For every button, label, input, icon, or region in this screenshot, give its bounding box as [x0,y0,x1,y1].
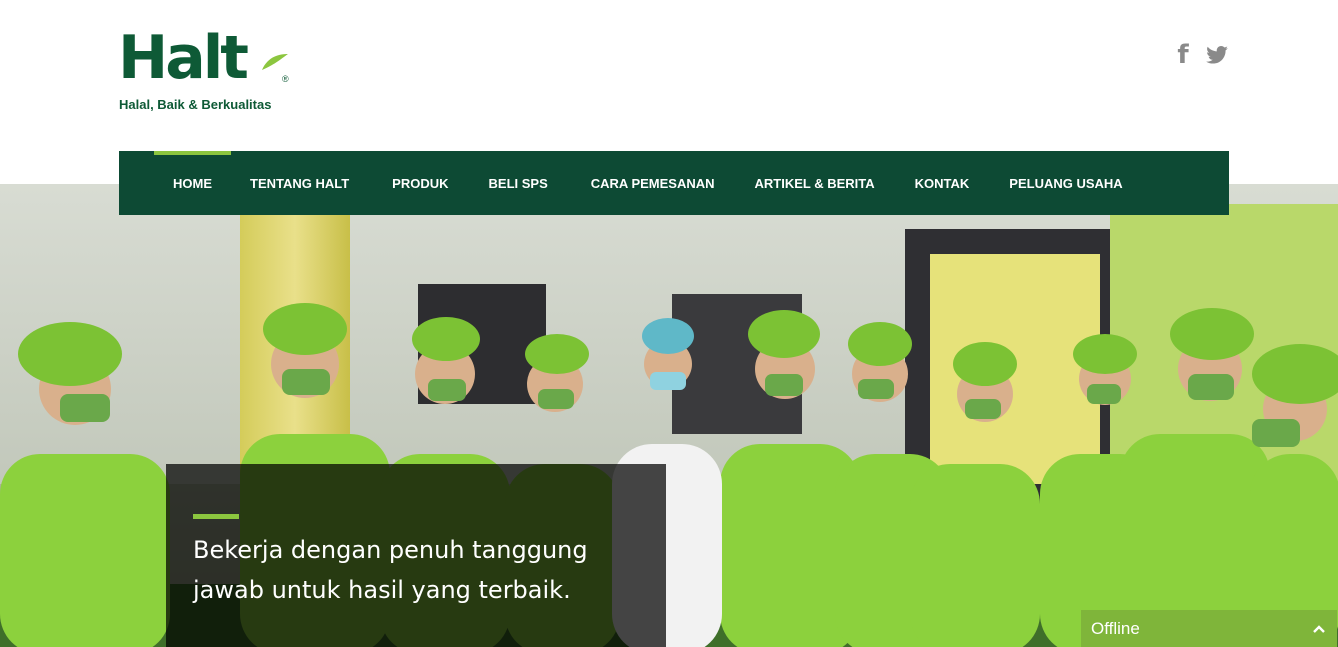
nav-item-cara-pemesanan[interactable]: CARA PEMESANAN [591,151,755,215]
nav-item-peluang-usaha[interactable]: PELUANG USAHA [1009,151,1141,215]
caption-accent-bar [193,514,239,519]
hero-caption-text: Bekerja dengan penuh tanggung jawab untu… [193,536,588,604]
nav-item-beli-sps[interactable]: BELI SPS [489,151,591,215]
chevron-up-icon[interactable] [1313,621,1325,637]
leaf-icon [262,54,288,70]
nav-item-kontak[interactable]: KONTAK [915,151,1010,215]
chat-status-label: Offline [1091,618,1140,638]
chat-widget[interactable]: Offline [1081,610,1337,647]
logo-wordmark: Halt [118,23,249,93]
nav-item-produk[interactable]: PRODUK [392,151,488,215]
hero-caption-box: Bekerja dengan penuh tanggung jawab untu… [166,464,666,647]
logo-tagline: Halal, Baik & Berkualitas [119,97,272,112]
nav-item-tentang-halt[interactable]: TENTANG HALT [231,151,392,215]
nav-item-artikel-berita[interactable]: ARTIKEL & BERITA [755,151,915,215]
main-navigation: HOME TENTANG HALT PRODUK BELI SPS CARA P… [119,151,1229,215]
nav-item-home[interactable]: HOME [154,151,231,215]
twitter-icon[interactable] [1206,42,1228,68]
social-links: f [1172,40,1228,70]
facebook-icon[interactable]: f [1172,40,1194,70]
brand-logo[interactable]: Halt ® Halal, Baik & Berkualitas [118,28,298,114]
registered-mark: ® [282,74,289,84]
